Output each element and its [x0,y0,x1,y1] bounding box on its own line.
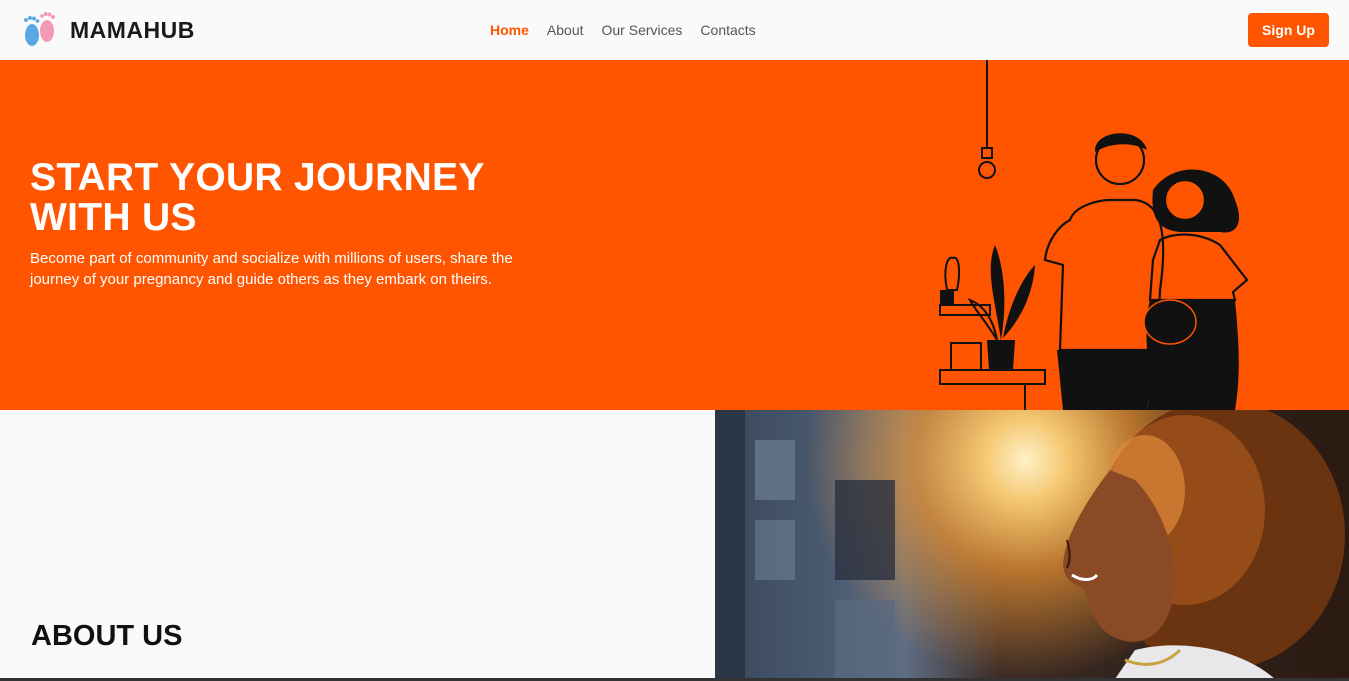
about-photo [715,410,1349,679]
couple-expecting-illustration [939,60,1249,410]
nav-home[interactable]: Home [490,20,529,40]
nav-our-services[interactable]: Our Services [602,20,683,40]
about-section: ABOUT US [0,410,1349,681]
brand-logo[interactable]: MAMAHUB [20,10,195,50]
nav-contacts[interactable]: Contacts [700,20,755,40]
brand-name: MAMAHUB [70,16,195,43]
hero-description: Become part of community and socialize w… [30,250,513,288]
about-title: ABOUT US [31,620,183,652]
woman-sunset-portrait [715,410,1345,679]
baby-feet-icon [24,12,55,46]
main-nav: Home About Our Services Contacts [490,20,774,40]
nav-about[interactable]: About [547,20,584,40]
hero-section: START YOUR JOURNEY WITH US Become part o… [0,60,1349,410]
sign-up-button[interactable]: Sign Up [1248,13,1329,47]
hero-title: START YOUR JOURNEY WITH US [30,156,484,239]
navbar: MAMAHUB Home About Our Services Contacts… [0,0,1349,60]
